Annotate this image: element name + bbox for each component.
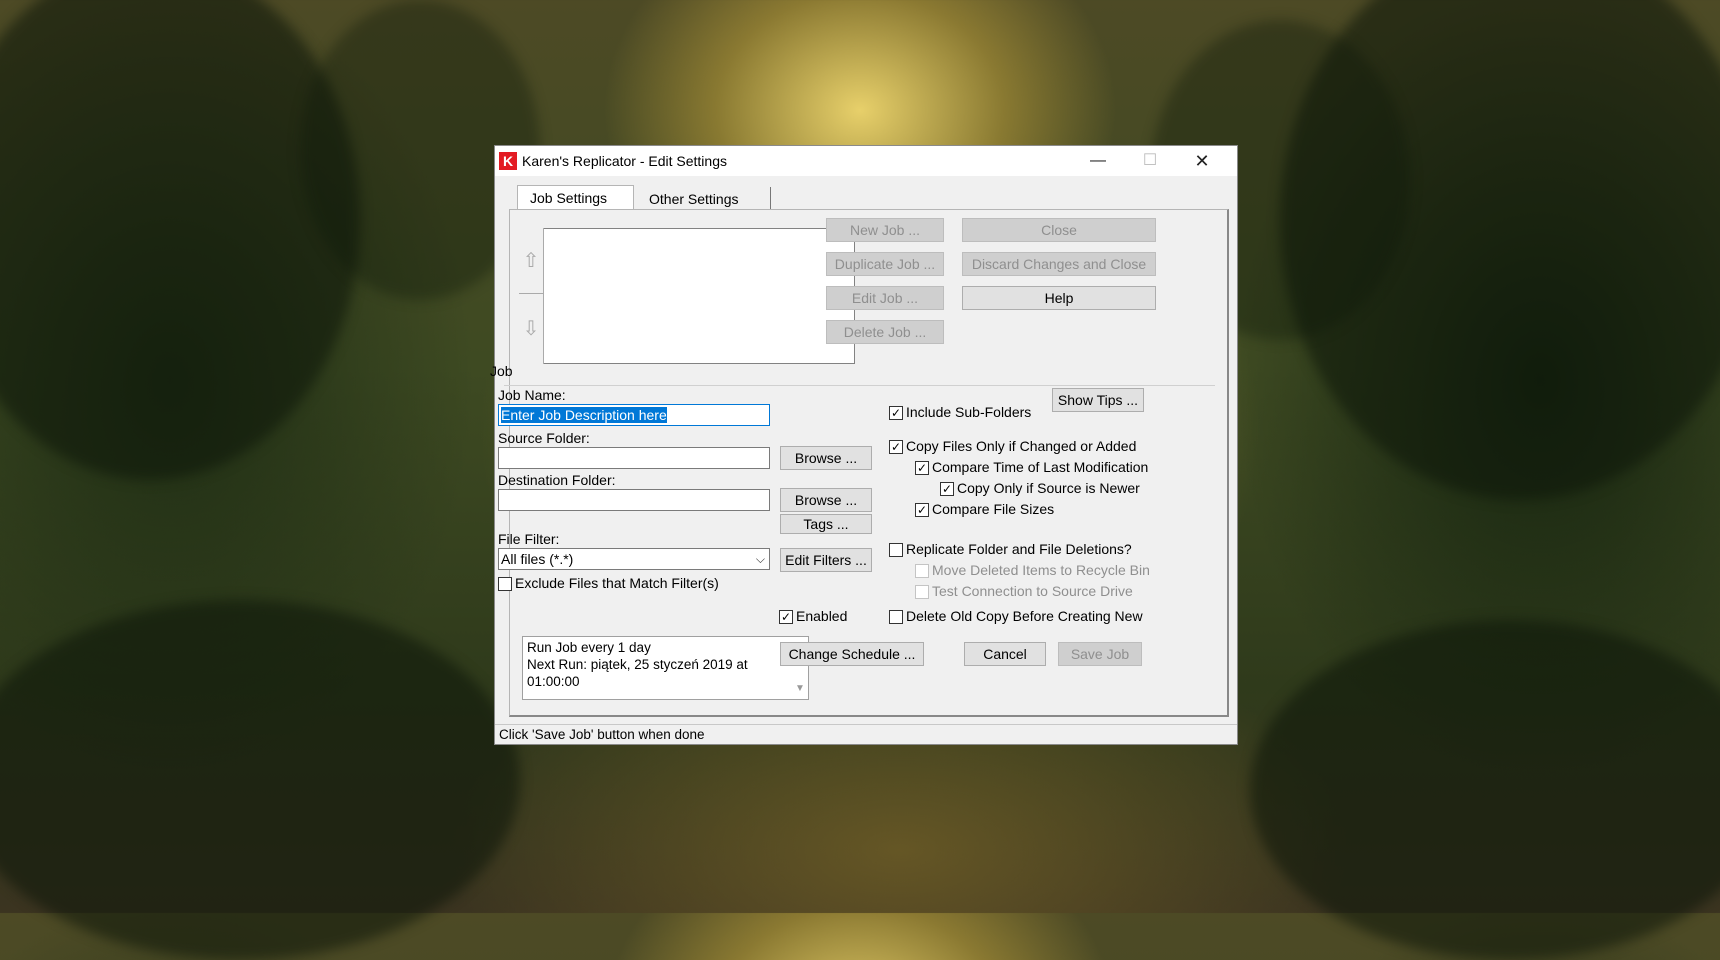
compare-time-checkbox[interactable]: ✓ bbox=[915, 461, 929, 475]
duplicate-job-button[interactable]: Duplicate Job ... bbox=[826, 252, 944, 276]
browse-destination-button[interactable]: Browse ... bbox=[780, 488, 872, 512]
discard-changes-button[interactable]: Discard Changes and Close bbox=[962, 252, 1156, 276]
copy-only-newer-label: Copy Only if Source is Newer bbox=[957, 480, 1140, 496]
enabled-label: Enabled bbox=[796, 608, 848, 624]
exclude-files-label: Exclude Files that Match Filter(s) bbox=[515, 575, 719, 591]
save-job-button[interactable]: Save Job bbox=[1058, 642, 1142, 666]
schedule-line-2: Next Run: piątek, 25 styczeń 2019 at bbox=[527, 657, 748, 672]
edit-job-button[interactable]: Edit Job ... bbox=[826, 286, 944, 310]
source-folder-input[interactable] bbox=[498, 447, 770, 469]
window-title: Karen's Replicator - Edit Settings bbox=[522, 153, 727, 169]
show-tips-button[interactable]: Show Tips ... bbox=[1052, 388, 1144, 412]
job-name-label: Job Name: bbox=[498, 387, 566, 403]
compare-sizes-checkbox[interactable]: ✓ bbox=[915, 503, 929, 517]
replicate-deletions-label: Replicate Folder and File Deletions? bbox=[906, 541, 1132, 557]
cancel-button[interactable]: Cancel bbox=[964, 642, 1046, 666]
change-schedule-button[interactable]: Change Schedule ... bbox=[780, 642, 924, 666]
move-recycle-checkbox[interactable] bbox=[915, 564, 929, 578]
source-folder-label: Source Folder: bbox=[498, 430, 590, 446]
schedule-line-3: 01:00:00 bbox=[527, 674, 580, 689]
copy-only-changed-checkbox[interactable]: ✓ bbox=[889, 440, 903, 454]
compare-time-label: Compare Time of Last Modification bbox=[932, 459, 1149, 475]
destination-folder-input[interactable] bbox=[498, 489, 770, 511]
compare-sizes-label: Compare File Sizes bbox=[932, 501, 1055, 517]
file-filter-value: All files (*.*) bbox=[501, 551, 574, 567]
test-connection-label: Test Connection to Source Drive bbox=[932, 583, 1133, 599]
chevron-down-icon[interactable]: ⌵ bbox=[756, 549, 765, 569]
scroll-down-icon[interactable]: ▼ bbox=[792, 680, 808, 697]
minimize-icon[interactable]: — bbox=[1075, 146, 1121, 176]
tags-button[interactable]: Tags ... bbox=[780, 514, 872, 534]
background-foliage bbox=[0, 600, 520, 960]
move-up-icon[interactable]: ⇧ bbox=[519, 228, 543, 294]
new-job-button[interactable]: New Job ... bbox=[826, 218, 944, 242]
tab-job-settings[interactable]: Job Settings bbox=[517, 185, 634, 209]
background-foliage bbox=[0, 0, 360, 480]
copy-only-newer-checkbox[interactable]: ✓ bbox=[940, 482, 954, 496]
maximize-icon[interactable]: ☐ bbox=[1127, 146, 1173, 176]
enabled-checkbox[interactable]: ✓ bbox=[779, 610, 793, 624]
close-button[interactable]: Close bbox=[962, 218, 1156, 242]
job-group-divider bbox=[504, 385, 1215, 386]
help-button[interactable]: Help bbox=[962, 286, 1156, 310]
status-text: Click 'Save Job' button when done bbox=[495, 724, 1237, 744]
job-list[interactable] bbox=[519, 228, 855, 364]
job-reorder-column: ⇧ ⇩ bbox=[519, 228, 544, 364]
include-subfolders-label: Include Sub-Folders bbox=[906, 404, 1032, 420]
job-name-input[interactable]: Enter Job Description here bbox=[498, 404, 770, 426]
move-down-icon[interactable]: ⇩ bbox=[519, 296, 543, 362]
schedule-info: Run Job every 1 day Next Run: piątek, 25… bbox=[522, 636, 809, 700]
browse-source-button[interactable]: Browse ... bbox=[780, 446, 872, 470]
test-connection-checkbox[interactable] bbox=[915, 585, 929, 599]
background-foliage bbox=[1250, 620, 1720, 960]
title-bar[interactable]: K Karen's Replicator - Edit Settings — ☐… bbox=[495, 146, 1237, 176]
replicate-deletions-checkbox[interactable] bbox=[889, 543, 903, 557]
destination-folder-label: Destination Folder: bbox=[498, 472, 616, 488]
delete-job-button[interactable]: Delete Job ... bbox=[826, 320, 944, 344]
copy-only-changed-label: Copy Files Only if Changed or Added bbox=[906, 438, 1137, 454]
app-icon: K bbox=[499, 152, 517, 170]
schedule-line-1: Run Job every 1 day bbox=[527, 640, 651, 655]
edit-filters-button[interactable]: Edit Filters ... bbox=[780, 548, 872, 572]
tab-other-settings[interactable]: Other Settings bbox=[637, 187, 771, 211]
delete-old-copy-label: Delete Old Copy Before Creating New bbox=[906, 608, 1143, 624]
close-icon[interactable]: ✕ bbox=[1179, 146, 1225, 176]
include-subfolders-checkbox[interactable]: ✓ bbox=[889, 406, 903, 420]
delete-old-copy-checkbox[interactable] bbox=[889, 610, 903, 624]
move-recycle-label: Move Deleted Items to Recycle Bin bbox=[932, 562, 1150, 578]
file-filter-select[interactable]: All files (*.*) ⌵ bbox=[498, 548, 770, 570]
exclude-files-checkbox[interactable] bbox=[498, 577, 512, 591]
file-filter-label: File Filter: bbox=[498, 531, 560, 547]
job-group-label: Job bbox=[490, 363, 513, 379]
